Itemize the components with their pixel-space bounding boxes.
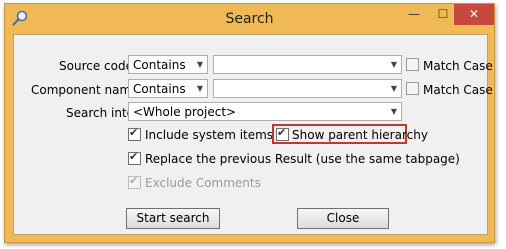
chevron-down-icon: ▼ <box>390 84 397 93</box>
source-code-mode-select[interactable]: Contains ▼ <box>128 55 208 74</box>
component-name-mode-value: Contains <box>133 82 186 96</box>
chevron-down-icon: ▼ <box>196 84 203 93</box>
source-code-match-case-label: Match Case <box>423 59 493 73</box>
exclude-comments-label: Exclude Comments <box>145 176 261 190</box>
source-code-match-case-checkbox[interactable] <box>406 58 419 71</box>
search-into-value: <Whole project> <box>133 105 237 119</box>
replace-previous-result-label: Replace the previous Result (use the sam… <box>145 152 460 166</box>
show-parent-hierarchy-label: Show parent hierarchy <box>292 128 428 142</box>
search-into-select[interactable]: <Whole project> ▼ <box>128 102 402 121</box>
close-button[interactable]: Close <box>297 208 389 229</box>
component-name-match-case-checkbox[interactable] <box>406 82 419 95</box>
search-dialog: Search — ☐ ✕ Source code: Contains ▼ ▼ M… <box>4 3 495 243</box>
chevron-down-icon: ▼ <box>390 107 397 116</box>
minimize-button[interactable]: — <box>400 4 428 25</box>
show-parent-hierarchy-checkbox[interactable] <box>276 126 289 141</box>
component-name-mode-select[interactable]: Contains ▼ <box>128 79 208 98</box>
include-system-items-checkbox[interactable] <box>128 126 141 141</box>
replace-previous-result-checkbox[interactable] <box>128 150 141 165</box>
title-bar[interactable]: Search — ☐ ✕ <box>5 4 494 34</box>
close-window-button[interactable]: ✕ <box>454 4 494 25</box>
start-search-button[interactable]: Start search <box>126 208 220 229</box>
source-code-input[interactable]: ▼ <box>213 55 402 74</box>
component-name-label: Component name: <box>31 83 143 97</box>
exclude-comments-checkbox <box>128 174 141 189</box>
source-code-mode-value: Contains <box>133 58 186 72</box>
chevron-down-icon: ▼ <box>196 60 203 69</box>
source-code-label: Source code: <box>59 59 138 73</box>
include-system-items-label: Include system items <box>145 128 274 142</box>
component-name-input[interactable]: ▼ <box>213 79 402 98</box>
maximize-button[interactable]: ☐ <box>429 4 457 25</box>
component-name-match-case-label: Match Case <box>423 83 493 97</box>
chevron-down-icon: ▼ <box>390 60 397 69</box>
dialog-body: Source code: Contains ▼ ▼ Match Case Com… <box>13 34 493 235</box>
